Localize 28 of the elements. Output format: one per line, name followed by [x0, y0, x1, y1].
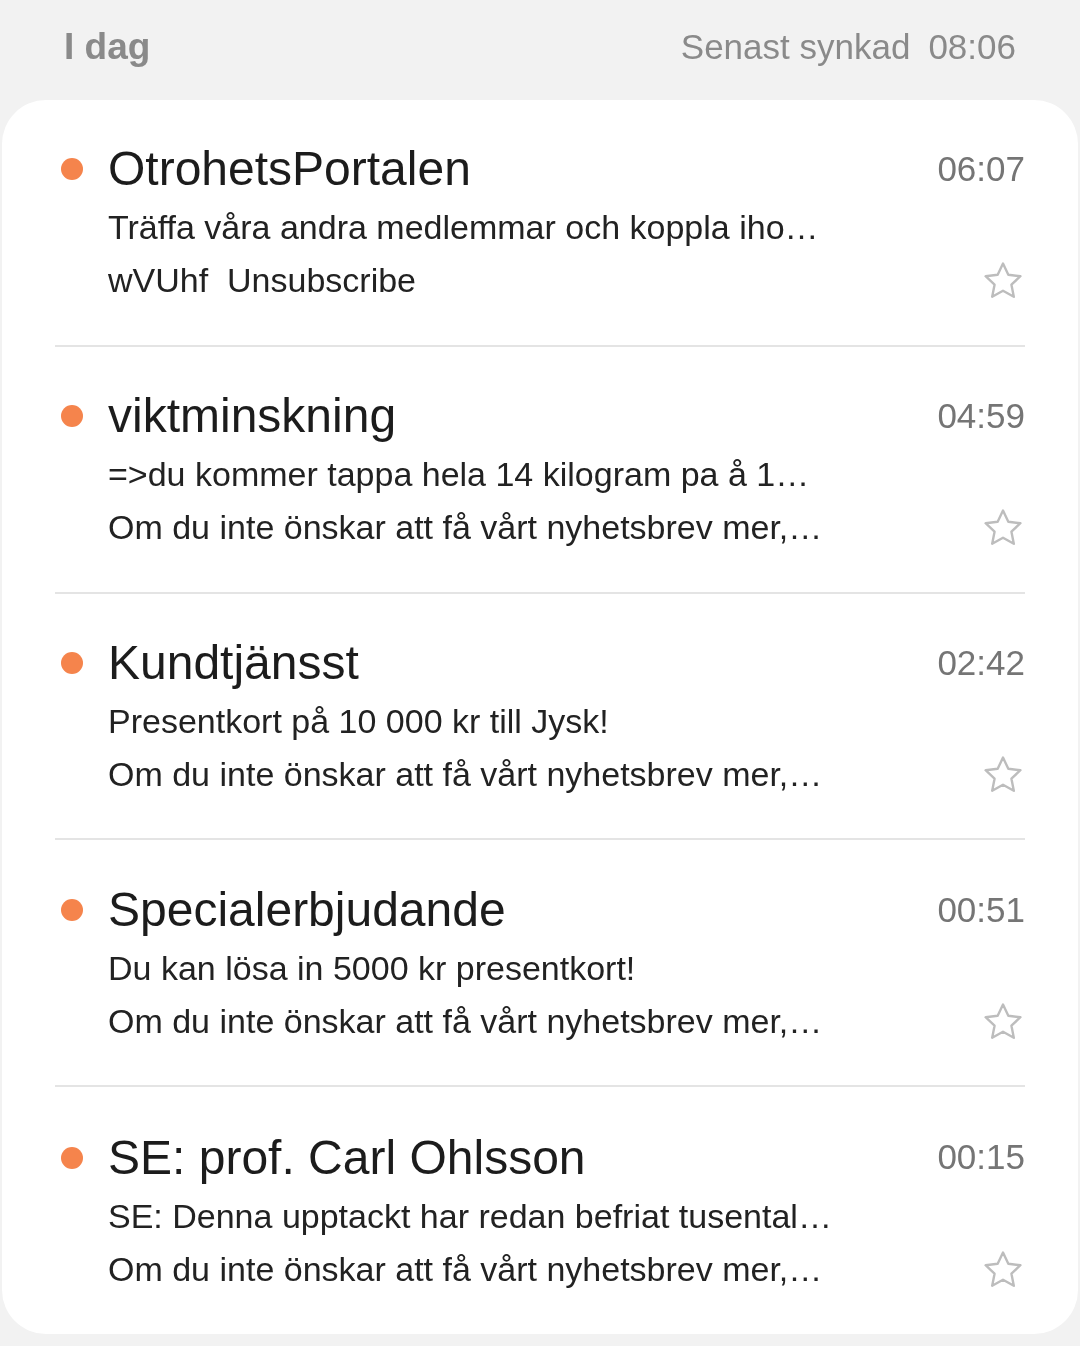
sender-name: SE: prof. Carl Ohlsson: [108, 1129, 587, 1186]
section-heading: I dag: [64, 25, 151, 70]
message-row[interactable]: Kundtjänsst 02:42 Presentkort på 10 000 kr till Jysk! Om du inte önskar att få vårt nyhetsbrev mer,…: [55, 593, 1025, 841]
message-row[interactable]: viktminskning 04:59 =>du kommer tappa hela 14 kilogram pa å 1… Om du inte önskar att få vårt nyhetsbrev mer,…: [55, 346, 1025, 594]
message-subject: Träffa våra andra medlemmar och koppla iho…: [108, 207, 820, 249]
message-preview: Om du inte önskar att få vårt nyhetsbrev mer,…: [108, 1000, 824, 1042]
message-time: 02:42: [937, 641, 1025, 684]
message-subject: SE: Denna upptackt har redan befriat tusental…: [108, 1195, 833, 1237]
message-subject: Presentkort på 10 000 kr till Jysk!: [108, 701, 610, 742]
message-time: 04:59: [937, 394, 1025, 437]
message-preview: Om du inte önskar att få vårt nyhetsbrev mer,…: [108, 507, 824, 549]
message-preview: Om du inte önskar att få vårt nyhetsbrev mer,…: [108, 754, 824, 795]
message-time: 00:15: [937, 1136, 1025, 1179]
message-row[interactable]: Specialerbjudande 00:51 Du kan lösa in 5000 kr presentkort! Om du inte önskar att få vårt nyhetsbrev mer,…: [55, 840, 1025, 1088]
message-subject: =>du kommer tappa hela 14 kilogram pa å 1…: [108, 454, 811, 496]
message-row[interactable]: SE: prof. Carl Ohlsson 00:15 SE: Denna upptackt har redan befriat tusental… Om du inte önskar att få vårt nyhetsbrev mer,…: [55, 1087, 1025, 1334]
message-preview: Om du inte önskar att få vårt nyhetsbrev mer,…: [108, 1248, 824, 1290]
message-row[interactable]: OtrohetsPortalen 06:07 Träffa våra andra medlemmar och koppla iho… wVUhf Unsubscribe: [55, 100, 1025, 347]
sync-time: 08:06: [928, 25, 1016, 68]
sender-name: Specialerbjudande: [108, 881, 507, 938]
message-subject: Du kan lösa in 5000 kr presentkort!: [108, 947, 637, 989]
message-time: 06:07: [937, 148, 1025, 191]
sync-label: Senast synkad: [680, 25, 911, 68]
sender-name: Kundtjänsst: [108, 635, 360, 691]
message-time: 00:51: [937, 888, 1025, 931]
message-preview: wVUhf Unsubscribe: [108, 260, 417, 302]
sender-name: viktminskning: [108, 388, 398, 445]
sender-name: OtrohetsPortalen: [108, 141, 472, 198]
